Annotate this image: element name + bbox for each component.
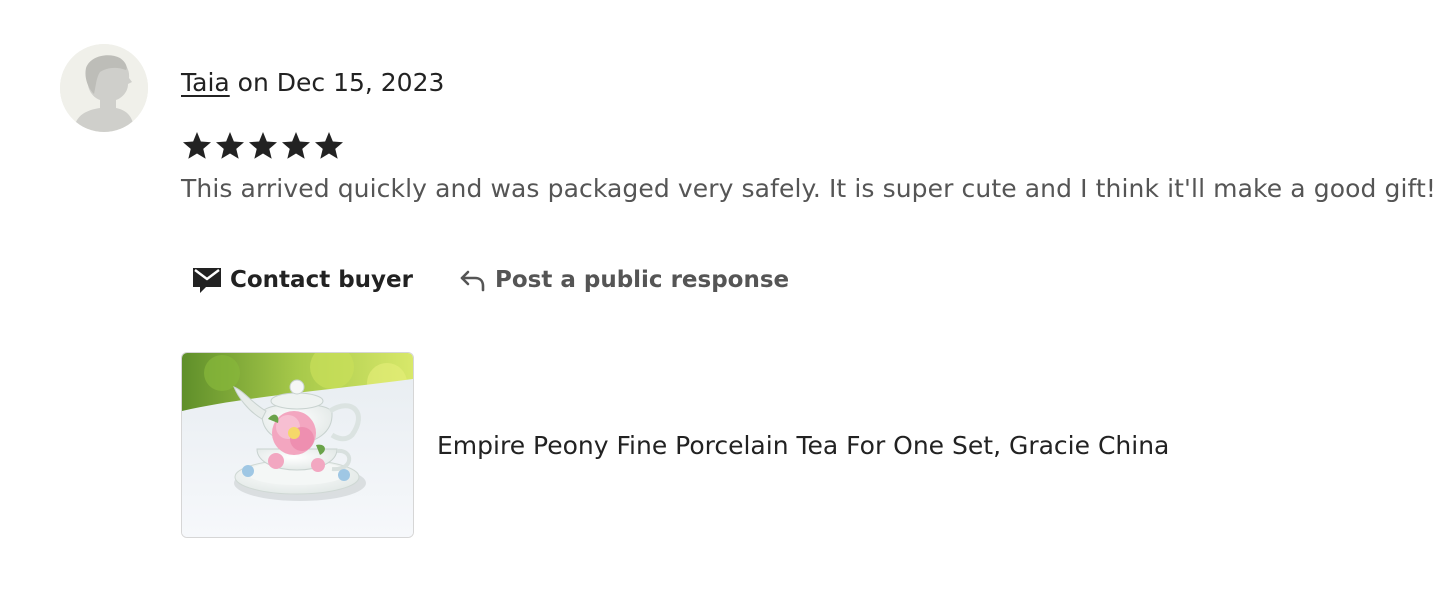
review-actions: Contact buyer Post a public response	[192, 266, 789, 294]
star-filled-icon	[313, 130, 345, 162]
star-filled-icon	[247, 130, 279, 162]
star-filled-icon	[280, 130, 312, 162]
listing-item: Empire Peony Fine Porcelain Tea For One …	[181, 352, 1169, 538]
contact-buyer-button[interactable]: Contact buyer	[192, 266, 413, 294]
mail-icon	[192, 266, 222, 294]
star-rating	[181, 130, 345, 162]
listing-title-link[interactable]: Empire Peony Fine Porcelain Tea For One …	[437, 431, 1169, 460]
listing-thumbnail[interactable]	[181, 352, 414, 538]
star-filled-icon	[214, 130, 246, 162]
star-filled-icon	[181, 130, 213, 162]
contact-buyer-label: Contact buyer	[230, 267, 413, 293]
default-avatar-icon	[60, 44, 148, 132]
reviewer-name-link[interactable]: Taia	[181, 68, 230, 97]
post-public-response-label: Post a public response	[494, 267, 790, 293]
teapot-image	[182, 353, 413, 537]
review-text: This arrived quickly and was packaged ve…	[181, 174, 1437, 203]
review-meta: Taia on Dec 15, 2023	[181, 66, 444, 100]
post-public-response-button[interactable]: Post a public response	[459, 267, 789, 293]
reply-arrow-icon	[459, 268, 487, 292]
avatar[interactable]	[60, 44, 148, 132]
review-date: on Dec 15, 2023	[229, 68, 445, 97]
review-card: Taia on Dec 15, 2023 This arrived quickl…	[0, 0, 1445, 608]
